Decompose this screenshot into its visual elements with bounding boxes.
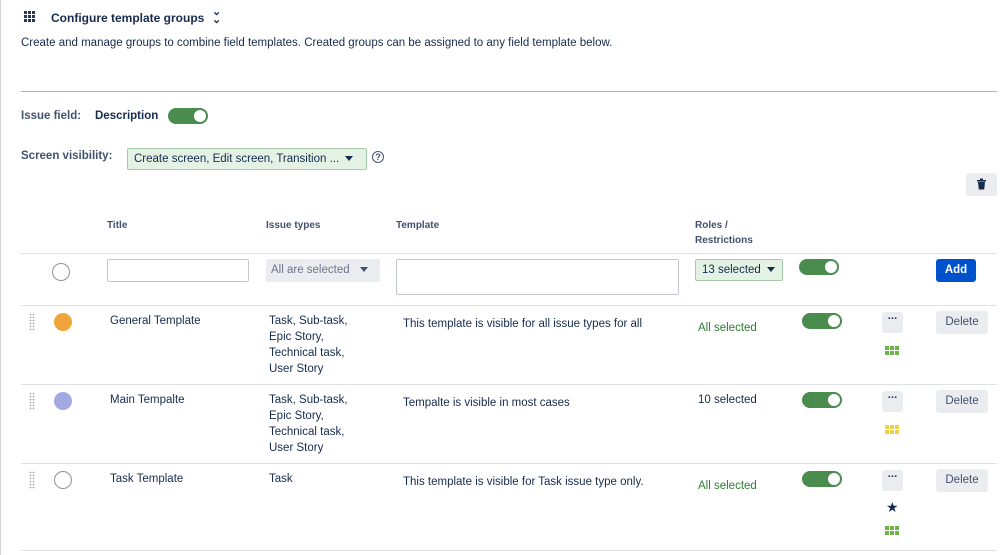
issue-type-line: Technical task,: [269, 426, 345, 438]
row-divider: [21, 253, 997, 254]
divider: [21, 91, 997, 92]
column-header-roles-line1: Roles /: [695, 220, 728, 231]
screen-visibility-select[interactable]: Create screen, Edit screen, Transition .…: [127, 148, 367, 170]
more-horizontal-icon[interactable]: ···: [882, 391, 903, 412]
row-issue-types: Task: [269, 471, 293, 487]
left-border: [0, 0, 1, 555]
row-divider: [21, 550, 997, 551]
issue-field-value: Description: [95, 110, 159, 122]
new-row-color-radio[interactable]: [52, 263, 70, 281]
column-header-issue-types: Issue types: [266, 220, 321, 231]
page-description: Create and manage groups to combine fiel…: [21, 37, 613, 49]
issue-type-line: Task: [269, 473, 293, 485]
drag-handle-icon[interactable]: [29, 313, 35, 331]
page-title: Configure template groups: [51, 11, 205, 25]
column-header-roles-line2: Restrictions: [695, 235, 753, 246]
screen-visibility-label: Screen visibility:: [21, 150, 113, 162]
template-group-grid-icon[interactable]: [885, 526, 899, 536]
issue-type-line: User Story: [269, 442, 324, 454]
drag-handle-icon[interactable]: [29, 392, 35, 410]
drag-handle-icon[interactable]: [29, 471, 35, 489]
row-toggle[interactable]: [802, 471, 842, 487]
new-roles-select[interactable]: 13 selected: [695, 259, 783, 281]
row-title: Main Tempalte: [110, 394, 185, 406]
issue-type-line: Task, Sub-task,: [269, 315, 348, 327]
delete-button[interactable]: Delete: [936, 311, 988, 334]
column-header-roles: Roles / Restrictions: [695, 218, 753, 248]
row-color-dot[interactable]: [54, 471, 72, 489]
new-title-input[interactable]: [107, 259, 249, 282]
chevron-down-icon: [359, 267, 368, 273]
new-row-toggle[interactable]: [799, 259, 839, 275]
row-roles[interactable]: 10 selected: [698, 392, 757, 408]
template-group-grid-icon[interactable]: [885, 425, 899, 435]
add-button[interactable]: Add: [936, 259, 976, 282]
row-template: This template is visible for all issue t…: [403, 318, 643, 330]
row-title: Task Template: [110, 473, 184, 485]
delete-button[interactable]: Delete: [936, 469, 988, 492]
row-divider: [21, 305, 997, 306]
column-header-title: Title: [107, 220, 128, 231]
grid-icon: [24, 11, 37, 23]
more-horizontal-icon[interactable]: ···: [882, 312, 903, 333]
delete-all-button[interactable]: [966, 173, 997, 196]
row-template: This template is visible for Task issue …: [403, 476, 644, 488]
row-divider: [21, 463, 997, 464]
chevron-down-icon: [345, 156, 354, 162]
new-issue-types-value: All are selected: [271, 264, 350, 276]
new-template-input[interactable]: [396, 259, 679, 295]
more-horizontal-icon[interactable]: ···: [882, 470, 903, 491]
issue-type-line: Epic Story,: [269, 410, 324, 422]
template-group-grid-icon[interactable]: [885, 346, 899, 356]
row-toggle[interactable]: [802, 313, 842, 329]
row-toggle[interactable]: [802, 392, 842, 408]
chevron-down-icon: [766, 267, 775, 273]
column-header-template: Template: [396, 220, 440, 231]
new-issue-types-select[interactable]: All are selected: [266, 259, 380, 282]
double-chevron-down-icon[interactable]: ⌄ ⌄: [212, 7, 221, 26]
row-color-dot[interactable]: [54, 313, 72, 331]
row-roles[interactable]: All selected: [698, 322, 757, 334]
row-color-dot[interactable]: [54, 392, 72, 410]
row-template: Tempalte is visible in most cases: [403, 397, 570, 409]
row-roles[interactable]: All selected: [698, 480, 757, 492]
new-roles-value: 13 selected: [702, 264, 761, 276]
row-title: General Template: [110, 315, 201, 327]
row-issue-types: Task, Sub-task, Epic Story, Technical ta…: [269, 392, 348, 456]
row-issue-types: Task, Sub-task, Epic Story, Technical ta…: [269, 313, 348, 377]
issue-type-line: Epic Story,: [269, 331, 324, 343]
screen-visibility-value: Create screen, Edit screen, Transition .…: [134, 153, 340, 165]
issue-type-line: Technical task,: [269, 347, 345, 359]
row-divider: [21, 384, 997, 385]
trash-icon: [977, 178, 986, 190]
issue-type-line: User Story: [269, 363, 324, 375]
issue-type-line: Task, Sub-task,: [269, 394, 348, 406]
issue-field-label: Issue field:: [21, 110, 82, 122]
star-icon[interactable]: ★: [886, 500, 899, 514]
issue-field-toggle[interactable]: [168, 108, 208, 124]
delete-button[interactable]: Delete: [936, 390, 988, 413]
question-circle-icon[interactable]: ?: [372, 151, 384, 163]
